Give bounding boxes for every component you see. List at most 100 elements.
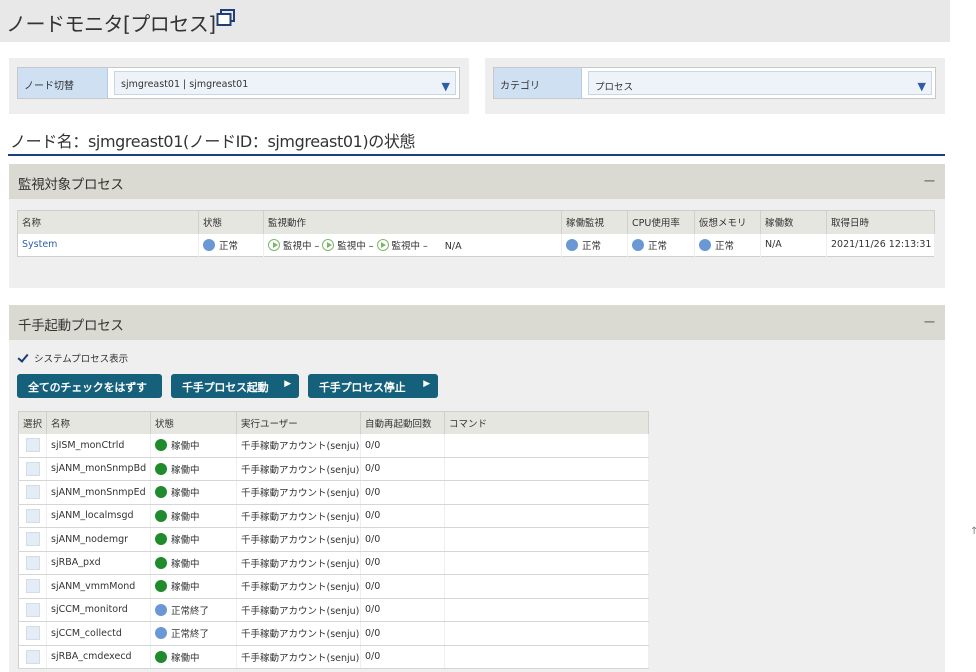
row-select-checkbox[interactable] (26, 555, 40, 570)
category-dropdown[interactable]: プロセス ▼ (588, 71, 932, 95)
column-header[interactable]: 自動再起動回数 (360, 411, 445, 434)
process-state: 稼働中 (171, 488, 200, 500)
start-process-button[interactable]: 千手プロセス起動 ▶ (171, 374, 299, 398)
table-row[interactable]: sjANM_localmsgd 稼働中 千手稼動アカウント(senju) 0/0 (18, 504, 649, 528)
column-header[interactable]: 状態 (150, 411, 237, 434)
triangle-down-icon: ▼ (917, 80, 926, 93)
node-switch-dropdown[interactable]: sjmgreast01 | sjmgreast01 ▼ (114, 71, 456, 95)
row-select-checkbox[interactable] (26, 579, 40, 594)
page-header: ノードモニタ[プロセス] (0, 0, 950, 42)
process-name-link[interactable]: System (22, 239, 57, 250)
restart-count: 0/0 (365, 557, 381, 569)
process-state: 稼働中 (171, 652, 200, 664)
monitored-section-header[interactable]: 監視対象プロセス − (9, 164, 945, 199)
column-header[interactable]: 選択 (18, 411, 47, 434)
status-dot-icon (699, 238, 711, 251)
status-dot-icon (155, 603, 167, 616)
manual-section-header[interactable]: 千手起動プロセス − (9, 305, 945, 340)
restart-count: 0/0 (365, 439, 381, 451)
column-header[interactable]: 名称 (46, 411, 151, 434)
stop-process-button[interactable]: 千手プロセス停止 ▶ (308, 374, 438, 398)
row-select-checkbox[interactable] (26, 461, 40, 476)
scroll-indicator[interactable]: ↑ (970, 526, 976, 537)
node-switch-value: sjmgreast01 | sjmgreast01 (121, 79, 249, 90)
process-name: sjCCM_monitord (51, 604, 128, 616)
manual-process-section: 千手起動プロセス − システムプロセス表示 全てのチェックをはずす 千手プロセス… (9, 305, 945, 672)
system-process-toggle[interactable]: システムプロセス表示 (17, 351, 128, 365)
table-row[interactable]: sjISM_monCtrld 稼働中 千手稼動アカウント(senju) 0/0 (18, 433, 649, 458)
row-select-checkbox[interactable] (26, 602, 40, 617)
table-row[interactable]: sjRBA_cmdexecd 稼働中 千手稼動アカウント(senju) 0/0 (18, 645, 649, 669)
column-header[interactable]: 監視動作 (263, 210, 562, 234)
exec-user: 千手稼動アカウント(senju) (241, 629, 360, 641)
process-state: 正常終了 (171, 605, 210, 617)
status-dot-icon (632, 238, 644, 251)
table-header-row: 名称 状態 監視動作 稼働監視 CPU使用率 仮想メモリ 稼働数 取得日時 (17, 210, 935, 234)
play-circle-icon (376, 238, 389, 251)
row-select-checkbox[interactable] (26, 485, 40, 500)
manual-section-title: 千手起動プロセス (18, 318, 124, 334)
process-state: 正常終了 (171, 629, 210, 641)
table-row[interactable]: sjCCM_collectd 正常終了 千手稼動アカウント(senju) 0/0 (18, 621, 649, 646)
triangle-down-icon: ▼ (441, 80, 450, 93)
table-row[interactable]: sjCCM_monitord 正常終了 千手稼動アカウント(senju) 0/0 (18, 598, 649, 622)
restart-count: 0/0 (365, 533, 381, 545)
process-state: 稼働中 (171, 582, 200, 594)
process-name: sjRBA_cmdexecd (51, 651, 132, 663)
process-state: 稼働中 (171, 464, 200, 476)
status-dot-icon (155, 439, 167, 451)
row-select-checkbox[interactable] (26, 532, 40, 547)
column-header[interactable]: 稼働数 (760, 210, 827, 234)
process-name: sjCCM_collectd (51, 627, 122, 639)
status-dot-icon (203, 238, 215, 251)
column-header[interactable]: 実行ユーザー (236, 411, 361, 434)
restart-count: 0/0 (365, 510, 381, 522)
collapse-icon[interactable]: − (923, 312, 936, 331)
manual-process-rows: sjISM_monCtrld 稼働中 千手稼動アカウント(senju) 0/0 sjAN… (18, 433, 649, 669)
category-value: プロセス (595, 82, 634, 93)
table-row[interactable]: sjANM_monSnmpBd 稼働中 千手稼動アカウント(senju) 0/0 (18, 457, 649, 481)
separator: – (368, 240, 374, 252)
restart-count: 0/0 (365, 651, 381, 663)
uncheck-all-label: 全てのチェックをはずす (28, 381, 147, 394)
table-row[interactable]: sjANM_monSnmpEd 稼働中 千手稼動アカウント(senju) 0/0 (18, 480, 649, 505)
row-select-checkbox[interactable] (26, 508, 40, 523)
column-header[interactable]: CPU使用率 (627, 210, 695, 234)
process-state: 稼働中 (171, 511, 200, 523)
table-row[interactable]: sjANM_vmmMond 稼働中 千手稼動アカウント(senju) 0/0 (18, 574, 649, 599)
column-header[interactable]: コマンド (444, 411, 649, 434)
status-dot-icon (155, 580, 167, 593)
row-select-checkbox[interactable] (26, 649, 40, 664)
process-count: N/A (765, 239, 782, 251)
restart-count: 0/0 (365, 580, 381, 592)
exec-user: 千手稼動アカウント(senju) (241, 652, 360, 664)
monitor-action-text: 監視中 (337, 240, 366, 252)
process-name: sjANM_nodemgr (51, 533, 129, 545)
column-header[interactable]: 仮想メモリ (694, 210, 761, 234)
column-header[interactable]: 名称 (17, 210, 199, 234)
status-dot-icon (155, 486, 167, 499)
row-select-checkbox[interactable] (26, 438, 40, 452)
status-dot-icon (155, 462, 167, 475)
collapse-icon[interactable]: − (923, 171, 936, 190)
monitored-process-table: 名称 状態 監視動作 稼働監視 CPU使用率 仮想メモリ 稼働数 取得日時 Sy… (17, 210, 935, 257)
process-name: sjRBA_pxd (51, 557, 101, 569)
triangle-right-icon: ▶ (423, 379, 430, 389)
table-row[interactable]: sjRBA_pxd 稼働中 千手稼動アカウント(senju) 0/0 (18, 551, 649, 575)
node-switch-label: ノード切替 (18, 68, 108, 98)
uncheck-all-button[interactable]: 全てのチェックをはずす (17, 374, 162, 398)
column-header[interactable]: 取得日時 (826, 210, 935, 234)
table-row[interactable]: sjANM_nodemgr 稼働中 千手稼動アカウント(senju) 0/0 (18, 527, 649, 552)
separator: – (423, 240, 428, 252)
exec-user: 千手稼動アカウント(senju) (241, 488, 360, 500)
row-select-checkbox[interactable] (26, 626, 40, 641)
separator: – (314, 240, 320, 252)
node-status-heading: ノード名：sjmgreast01(ノードID：sjmgreast01)の状態 (10, 132, 416, 151)
column-header[interactable]: 稼働監視 (561, 210, 628, 234)
checkmark-icon[interactable] (17, 352, 30, 365)
column-header[interactable]: 状態 (198, 210, 264, 234)
window-restore-icon[interactable] (216, 9, 236, 27)
process-name: sjANM_vmmMond (51, 580, 136, 592)
vmem-status: 正常 (715, 240, 735, 252)
play-circle-icon (268, 238, 280, 251)
